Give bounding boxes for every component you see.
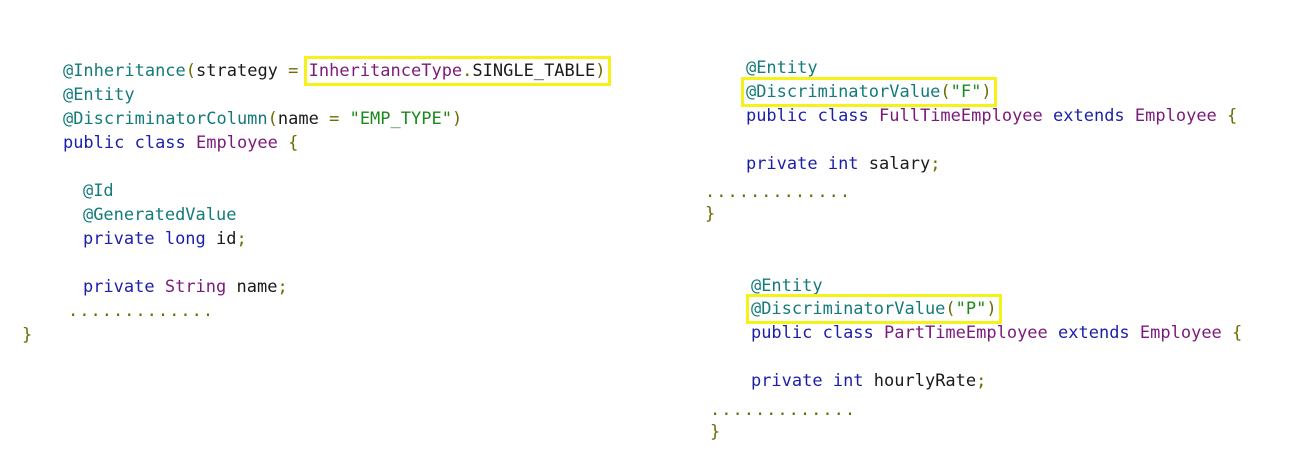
id-field-line: private long id; — [42, 203, 247, 249]
semicolon: ; — [236, 229, 247, 249]
generated-value-line: @GeneratedValue — [42, 179, 237, 225]
semicolon: ; — [277, 277, 288, 297]
semicolon: ; — [976, 371, 987, 391]
entity-annotation-line: @Entity — [22, 59, 135, 105]
semicolon: ; — [930, 154, 941, 174]
keyword: extends — [1042, 106, 1135, 126]
field-name: name — [226, 277, 278, 297]
brace: { — [277, 133, 299, 153]
paren: ) — [451, 109, 463, 129]
salary-field-line: private int salary; — [705, 128, 941, 174]
discriminator-value-line: @DiscriminatorValue("P") — [710, 273, 1002, 324]
equals: = — [318, 109, 350, 129]
keyword: private — [82, 277, 165, 297]
inheritance-annotation-line: @Inheritance(strategy = InheritanceType.… — [22, 35, 611, 86]
field-name: hourlyRate — [873, 371, 977, 391]
id-annotation-line: @Id — [42, 155, 114, 201]
discriminator-column-line: @DiscriminatorColumn(name = "EMP_TYPE") — [22, 83, 462, 129]
single-table-highlight: InheritanceType.SINGLE_TABLE) — [303, 56, 611, 86]
class-name: PartTimeEmployee — [884, 323, 1048, 343]
ellipsis-dots: ............. — [68, 301, 215, 321]
superclass-name: Employee — [1134, 106, 1217, 126]
type-name: InheritanceType — [308, 61, 463, 81]
closing-brace: } — [710, 422, 721, 442]
class-name: Employee — [196, 133, 278, 153]
brace: { — [1221, 323, 1243, 343]
entity-annotation-line: @Entity — [710, 250, 823, 296]
class-declaration-line: public class Employee { — [22, 107, 298, 153]
discriminator-value-line: @DiscriminatorValue("F") — [705, 56, 997, 107]
paren: ( — [185, 61, 197, 81]
keyword: public class — [750, 323, 885, 343]
keyword: private int — [750, 371, 874, 391]
param-name: strategy — [196, 61, 278, 81]
keyword: extends — [1047, 323, 1140, 343]
type-name: String — [164, 277, 227, 297]
superclass-name: Employee — [1139, 323, 1222, 343]
keyword: public class — [745, 106, 880, 126]
closing-brace: } — [22, 325, 33, 345]
keyword: private int — [745, 154, 869, 174]
class-name: FullTimeEmployee — [879, 106, 1043, 126]
hourly-rate-field-line: private int hourlyRate; — [710, 345, 986, 391]
constant: SINGLE_TABLE — [472, 61, 596, 81]
dot: . — [462, 61, 473, 81]
keyword: public class — [62, 133, 197, 153]
ellipsis-dots: ............. — [710, 400, 857, 420]
field-name: id — [216, 229, 237, 249]
class-declaration-line: public class FullTimeEmployee extends Em… — [705, 80, 1237, 126]
paren: ) — [595, 61, 606, 81]
field-name: salary — [868, 154, 931, 174]
ellipsis-dots: ............. — [705, 182, 852, 202]
string-literal: "EMP_TYPE" — [349, 109, 452, 129]
closing-brace: } — [705, 204, 716, 224]
entity-annotation-line: @Entity — [705, 32, 818, 78]
keyword: private long — [82, 229, 217, 249]
equals: = — [277, 61, 309, 81]
brace: { — [1216, 106, 1238, 126]
class-declaration-line: public class PartTimeEmployee extends Em… — [710, 297, 1242, 343]
name-field-line: private String name; — [42, 251, 288, 297]
